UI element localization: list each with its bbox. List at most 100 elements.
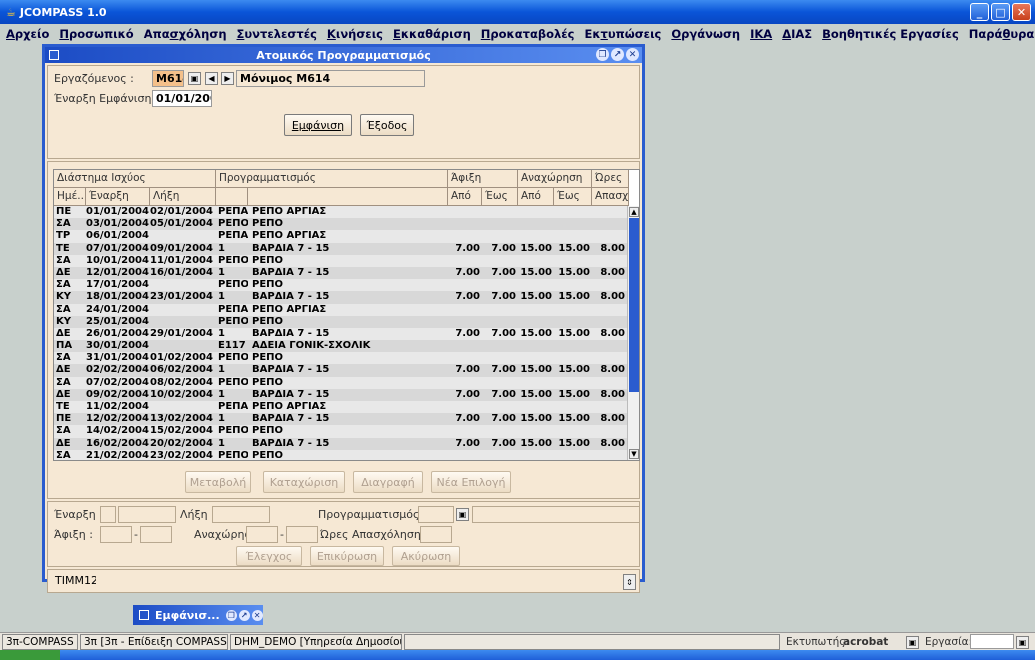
header-day[interactable]: Ημέ... bbox=[54, 188, 86, 206]
header-code[interactable] bbox=[216, 188, 248, 206]
edit-start-field[interactable] bbox=[118, 506, 176, 523]
table-cell: ΡΕΠΟ bbox=[252, 352, 284, 364]
change-button[interactable]: Μεταβολή bbox=[185, 471, 251, 493]
edit-end-field[interactable] bbox=[212, 506, 270, 523]
table-row[interactable]: ΣΑ 21/02/2004 23/02/2004 ΡΕΠΟ ΡΕΠΟ bbox=[54, 449, 629, 461]
window-menu-icon[interactable] bbox=[139, 610, 149, 620]
table-scrollbar[interactable]: ▲ ▼ bbox=[627, 206, 639, 460]
cancel-button[interactable]: Ακύρωση bbox=[392, 546, 460, 566]
printer-name: acrobat bbox=[843, 636, 889, 648]
restore-icon[interactable]: ❐ bbox=[596, 48, 609, 61]
header-end[interactable]: Λήξη bbox=[150, 188, 216, 206]
start-display-field[interactable]: 01/01/2004 bbox=[152, 90, 212, 107]
next-icon[interactable]: ▶ bbox=[221, 72, 234, 85]
table-row[interactable]: ΤΡ 06/01/2004 ΡΕΠΑ ΡΕΠΟ ΑΡΓΙΑΣ bbox=[54, 230, 629, 243]
exit-button[interactable]: Έξοδος bbox=[360, 114, 414, 136]
menu-item-1[interactable]: Προσωπικό bbox=[59, 27, 133, 41]
job-lookup-icon[interactable]: ▣ bbox=[1016, 636, 1029, 649]
table-row[interactable]: ΣΑ 17/01/2004 ΡΕΠΟ ΡΕΠΟ bbox=[54, 279, 629, 292]
edit-arrival-from-field[interactable] bbox=[100, 526, 132, 543]
menu-item-12[interactable]: Παράθυρα bbox=[969, 27, 1034, 41]
table-cell: ΡΕΠΟ bbox=[218, 449, 248, 461]
minimized-window[interactable]: Εμφάνισ... ❐ ↗ ✕ bbox=[133, 605, 263, 625]
table-row[interactable]: ΣΑ 14/02/2004 15/02/2004 ΡΕΠΟ ΡΕΠΟ bbox=[54, 425, 629, 438]
printer-lookup-icon[interactable]: ▣ bbox=[906, 636, 919, 649]
menu-item-7[interactable]: Εκτυπώσεις bbox=[584, 27, 661, 41]
confirm-button[interactable]: Επικύρωση bbox=[310, 546, 384, 566]
table-row[interactable]: ΤΕ 07/01/2004 09/01/2004 1 ΒΑΡΔΙΑ 7 - 15 7.00… bbox=[54, 242, 629, 255]
header-start[interactable]: Έναρξη bbox=[86, 188, 150, 206]
scroll-down-icon[interactable]: ▼ bbox=[629, 449, 639, 459]
table-row[interactable]: ΣΑ 03/01/2004 05/01/2004 ΡΕΠΟ ΡΕΠΟ bbox=[54, 218, 629, 231]
header-arrival-to[interactable]: Έως bbox=[482, 188, 518, 206]
minimize-button[interactable]: _ bbox=[970, 3, 989, 21]
restore-icon[interactable]: ❐ bbox=[225, 609, 237, 621]
table-cell: 7.00 bbox=[455, 291, 480, 303]
table-row[interactable]: ΣΑ 10/01/2004 11/01/2004 ΡΕΠΟ ΡΕΠΟ bbox=[54, 254, 629, 267]
edit-departure-to-field[interactable] bbox=[286, 526, 318, 543]
menu-item-6[interactable]: Προκαταβολές bbox=[481, 27, 575, 41]
employee-code-field[interactable]: M614 bbox=[152, 70, 184, 87]
table-cell: ΡΕΠΟ bbox=[252, 254, 284, 266]
spinner-icon[interactable]: ⇕ bbox=[623, 574, 636, 590]
header-arrival-from[interactable]: Από bbox=[448, 188, 482, 206]
table-cell: 8.00 bbox=[600, 266, 625, 278]
edit-hours-field[interactable] bbox=[420, 526, 452, 543]
menu-item-8[interactable]: Οργάνωση bbox=[671, 27, 740, 41]
table-row[interactable]: ΣΑ 07/02/2004 08/02/2004 ΡΕΠΟ ΡΕΠΟ bbox=[54, 376, 629, 389]
register-button[interactable]: Καταχώριση bbox=[263, 471, 345, 493]
status-empty bbox=[404, 634, 780, 650]
table-row[interactable]: ΔΕ 12/01/2004 16/01/2004 1 ΒΑΡΔΙΑ 7 - 15 7.00… bbox=[54, 266, 629, 280]
table-row[interactable]: ΠΑ 30/01/2004 Ε117 ΑΔΕΙΑ ΓΟΝΙΚ-ΣΧΟΛΙΚ bbox=[54, 340, 629, 353]
maximize-icon[interactable]: ↗ bbox=[611, 48, 624, 61]
table-row[interactable]: ΔΕ 26/01/2004 29/01/2004 1 ΒΑΡΔΙΑ 7 - 15 7.00… bbox=[54, 327, 629, 341]
table-row[interactable]: ΤΕ 11/02/2004 ΡΕΠΑ ΡΕΠΟ ΑΡΓΙΑΣ bbox=[54, 401, 629, 414]
app-title-bar: ☕ JCOMPASS 1.0 _ □ ✕ bbox=[0, 0, 1035, 24]
header-departure-from[interactable]: Από bbox=[518, 188, 554, 206]
edit-schedule-code-field[interactable] bbox=[418, 506, 454, 523]
table-row[interactable]: ΚΥ 25/01/2004 ΡΕΠΟ ΡΕΠΟ bbox=[54, 315, 629, 328]
table-row[interactable]: ΠΕ 12/02/2004 13/02/2004 1 ΒΑΡΔΙΑ 7 - 15 7.00… bbox=[54, 413, 629, 426]
maximize-button[interactable]: □ bbox=[991, 3, 1010, 21]
table-row[interactable]: ΚΥ 18/01/2004 23/01/2004 1 ΒΑΡΔΙΑ 7 - 15 7.00… bbox=[54, 291, 629, 304]
menu-item-9[interactable]: ΙΚΑ bbox=[750, 27, 772, 41]
menu-item-5[interactable]: Εκκαθάριση bbox=[393, 27, 471, 41]
lookup-icon[interactable]: ▣ bbox=[188, 72, 201, 85]
show-button[interactable]: Εμφάνιση bbox=[284, 114, 352, 136]
close-icon[interactable]: ✕ bbox=[626, 48, 639, 61]
schedule-lookup-icon[interactable]: ▣ bbox=[456, 508, 469, 521]
new-selection-button[interactable]: Νέα Επιλογή bbox=[431, 471, 511, 493]
maximize-icon[interactable]: ↗ bbox=[238, 609, 250, 621]
menu-item-0[interactable]: Αρχείο bbox=[6, 27, 49, 41]
close-icon[interactable]: ✕ bbox=[251, 609, 263, 621]
window-title-bar[interactable]: Ατομικός Προγραμματισμός ❐ ↗ ✕ bbox=[45, 47, 642, 63]
table-cell: ΣΑ bbox=[56, 303, 71, 315]
menu-item-4[interactable]: Κινήσεις bbox=[327, 27, 383, 41]
edit-departure-from-field[interactable] bbox=[246, 526, 278, 543]
delete-button[interactable]: Διαγραφή bbox=[353, 471, 423, 493]
table-row[interactable]: ΔΕ 02/02/2004 06/02/2004 1 ΒΑΡΔΙΑ 7 - 15 7.00… bbox=[54, 364, 629, 377]
check-button[interactable]: Έλεγχος bbox=[236, 546, 302, 566]
table-row[interactable]: ΔΕ 16/02/2004 20/02/2004 1 ΒΑΡΔΙΑ 7 - 15 7.00… bbox=[54, 437, 629, 450]
window-menu-icon[interactable] bbox=[49, 50, 59, 60]
header-desc[interactable] bbox=[248, 188, 448, 206]
header-departure-to[interactable]: Έως bbox=[554, 188, 592, 206]
previous-icon[interactable]: ◀ bbox=[205, 72, 218, 85]
start-button[interactable] bbox=[0, 650, 60, 660]
edit-arrival-to-field[interactable] bbox=[140, 526, 172, 543]
scroll-thumb[interactable] bbox=[629, 218, 639, 392]
table-row[interactable]: ΣΑ 31/01/2004 01/02/2004 ΡΕΠΟ ΡΕΠΟ bbox=[54, 352, 629, 365]
close-button[interactable]: ✕ bbox=[1012, 3, 1031, 21]
table-row[interactable]: ΣΑ 24/01/2004 ΡΕΠΑ ΡΕΠΟ ΑΡΓΙΑΣ bbox=[54, 303, 629, 316]
table-row[interactable]: ΔΕ 09/02/2004 10/02/2004 1 ΒΑΡΔΙΑ 7 - 15 7.00… bbox=[54, 388, 629, 401]
menu-item-3[interactable]: Συντελεστές bbox=[237, 27, 317, 41]
header-employ[interactable]: Απασχ bbox=[592, 188, 629, 206]
menu-item-10[interactable]: ΔΙΑΣ bbox=[782, 27, 812, 41]
menu-item-2[interactable]: Απασχόληση bbox=[144, 27, 227, 41]
table-row[interactable]: ΠΕ 01/01/2004 02/01/2004 ΡΕΠΑ ΡΕΠΟ ΑΡΓΙΑΣ bbox=[54, 206, 629, 219]
scroll-up-icon[interactable]: ▲ bbox=[629, 207, 639, 217]
edit-start-day-field[interactable] bbox=[100, 506, 116, 523]
menu-item-11[interactable]: Βοηθητικές Εργασίες bbox=[822, 27, 959, 41]
table-cell bbox=[518, 450, 552, 460]
job-field[interactable] bbox=[970, 634, 1014, 649]
